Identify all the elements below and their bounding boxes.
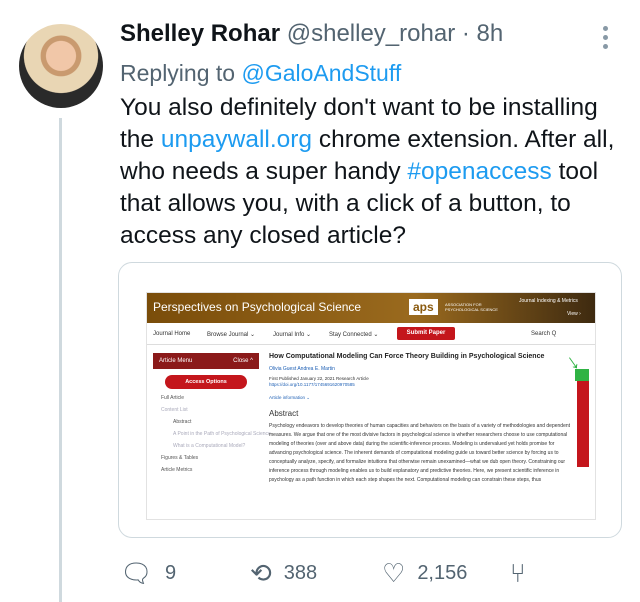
user-handle[interactable]: @shelley_rohar (287, 20, 455, 47)
search-link: Search Q (531, 331, 557, 337)
journal-banner: Perspectives on Psychological Science ap… (147, 293, 595, 323)
article-menu: Article Menu Close ^ Access Options Full… (153, 353, 271, 513)
share-icon[interactable]: ⑂ (510, 560, 526, 586)
access-options-button: Access Options (165, 375, 247, 389)
reply-icon[interactable]: 🗨 (120, 560, 153, 586)
like-action[interactable]: ♡ 2,156 (382, 560, 467, 586)
mention-link[interactable]: @GaloAndStuff (241, 60, 401, 86)
journal-title: Perspectives on Psychological Science (153, 300, 362, 314)
retweet-action[interactable]: ⟲ 388 (250, 560, 317, 586)
replying-to: Replying to @GaloAndStuff (120, 60, 401, 87)
side-item-metrics: Article Metrics (161, 467, 193, 473)
embedded-screenshot: Perspectives on Psychological Science ap… (147, 293, 595, 519)
reply-action[interactable]: 🗨 9 (120, 560, 176, 586)
display-name[interactable]: Shelley Rohar (120, 20, 280, 47)
nav-browse: Browse Journal ⌄ (207, 332, 256, 338)
abstract-text: Psychology endeavors to develop theories… (269, 423, 571, 483)
aps-recommends-tab (577, 381, 589, 467)
first-published: First Published January 22, 2021 Researc… (269, 376, 369, 381)
menu-title: Article Menu (159, 358, 193, 364)
thread-line (59, 118, 62, 602)
tweet-actions: 🗨 9 ⟲ 388 ♡ 2,156 ⑂ (120, 560, 620, 590)
retweet-icon[interactable]: ⟲ (250, 560, 272, 586)
aps-logo: aps (409, 299, 438, 315)
avatar[interactable] (19, 24, 103, 108)
side-item-full-article: Full Article (161, 395, 185, 401)
doi-link: https://doi.org/10.1177/1745691620970585 (269, 382, 355, 387)
media-card[interactable]: Perspectives on Psychological Science ap… (118, 262, 622, 538)
side-item-figures: Figures & Tables (161, 455, 199, 461)
like-count: 2,156 (417, 561, 468, 584)
heart-icon[interactable]: ♡ (382, 560, 405, 586)
article-information: Article information ⌄ (269, 395, 311, 400)
aps-tagline: ASSOCIATION FOR PSYCHOLOGICAL SCIENCE (445, 302, 498, 312)
menu-header: Article Menu Close ^ (153, 353, 259, 369)
menu-close: Close ^ (233, 358, 253, 364)
timestamp[interactable]: 8h (477, 20, 504, 47)
retweet-count: 388 (283, 561, 318, 584)
side-item-content-list: Content List (161, 407, 188, 413)
nav-stay-connected: Stay Connected ⌄ (329, 332, 379, 338)
unpaywall-link[interactable]: unpaywall.org (161, 126, 312, 153)
more-icon[interactable] (598, 26, 612, 52)
article-main: How Computational Modeling Can Force The… (269, 353, 585, 513)
submit-paper-button: Submit Paper (397, 327, 455, 340)
article-authors: Olivia Guest Andrea E. Martin (269, 366, 335, 372)
tweet-text: You also definitely don't want to be ins… (120, 92, 620, 252)
nav-journal-home: Journal Home (153, 331, 191, 337)
replying-prefix: Replying to (120, 60, 242, 86)
indexing-link: Journal Indexing & Metrics (519, 298, 578, 304)
article-title: How Computational Modeling Can Force The… (269, 353, 545, 360)
abstract-heading: Abstract (269, 409, 299, 418)
tweet-header: Shelley Rohar @shelley_rohar · 8h (120, 20, 503, 48)
unpaywall-tab (575, 369, 589, 381)
side-item-point: A Point in the Path of Psychological Sci… (173, 431, 271, 437)
nav-journal-info: Journal Info ⌄ (273, 332, 312, 338)
journal-nav: Journal Home Browse Journal ⌄ Journal In… (147, 323, 595, 345)
separator-dot: · (461, 20, 470, 47)
share-action[interactable]: ⑂ (510, 560, 526, 586)
reply-count: 9 (165, 561, 177, 584)
view-link: View › (567, 311, 581, 317)
hashtag-link[interactable]: #openaccess (407, 158, 551, 185)
side-item-abstract: Abstract (173, 419, 192, 425)
side-item-computational-model: What is a Computational Model? (173, 443, 246, 449)
